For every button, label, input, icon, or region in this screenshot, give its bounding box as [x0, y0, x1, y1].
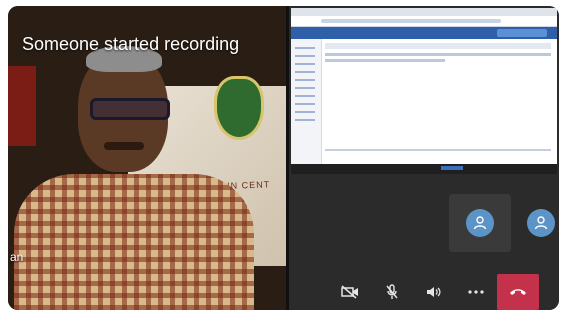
shared-table-footer	[325, 149, 551, 151]
shared-table-row	[325, 53, 551, 56]
camera-toggle-button[interactable]	[329, 274, 371, 310]
mic-off-icon	[386, 284, 398, 299]
camera-off-icon	[341, 285, 358, 299]
end-call-button[interactable]	[497, 274, 539, 310]
background-banner-red	[8, 66, 36, 146]
more-options-button[interactable]	[455, 274, 497, 310]
call-controls	[329, 274, 559, 310]
speaker-shirt	[14, 174, 254, 310]
shared-browser-url-bar	[291, 16, 557, 27]
speaker-glasses	[90, 98, 170, 120]
end-call-icon	[510, 289, 526, 295]
right-panel	[289, 6, 559, 310]
participant-tile[interactable]	[449, 194, 511, 252]
shared-screen-bar	[291, 164, 557, 174]
participant-name: an	[10, 250, 24, 264]
shared-screen[interactable]	[291, 8, 557, 164]
mic-toggle-button[interactable]	[371, 274, 413, 310]
video-tile-speaker[interactable]: ASSEMBLY IN CENT NAIROB Someone started …	[8, 6, 286, 310]
speaker-icon	[427, 287, 441, 297]
speaker-button[interactable]	[413, 274, 455, 310]
shared-table-row	[325, 59, 445, 62]
shared-app-button	[497, 29, 547, 37]
avatar	[466, 209, 494, 237]
person-icon	[473, 216, 487, 230]
recording-notification: Someone started recording	[22, 34, 240, 54]
speaker-mustache	[104, 142, 144, 150]
avatar-small[interactable]	[527, 209, 555, 237]
shared-browser-tabs	[291, 8, 557, 16]
more-icon	[468, 290, 484, 294]
shared-app-sidebar	[291, 39, 322, 164]
meeting-window: ASSEMBLY IN CENT NAIROB Someone started …	[8, 6, 559, 310]
shared-table-header	[325, 43, 551, 49]
shared-app-body	[291, 39, 557, 164]
shared-app-header	[291, 27, 557, 39]
emblem-icon	[214, 76, 264, 140]
person-icon	[534, 216, 548, 230]
